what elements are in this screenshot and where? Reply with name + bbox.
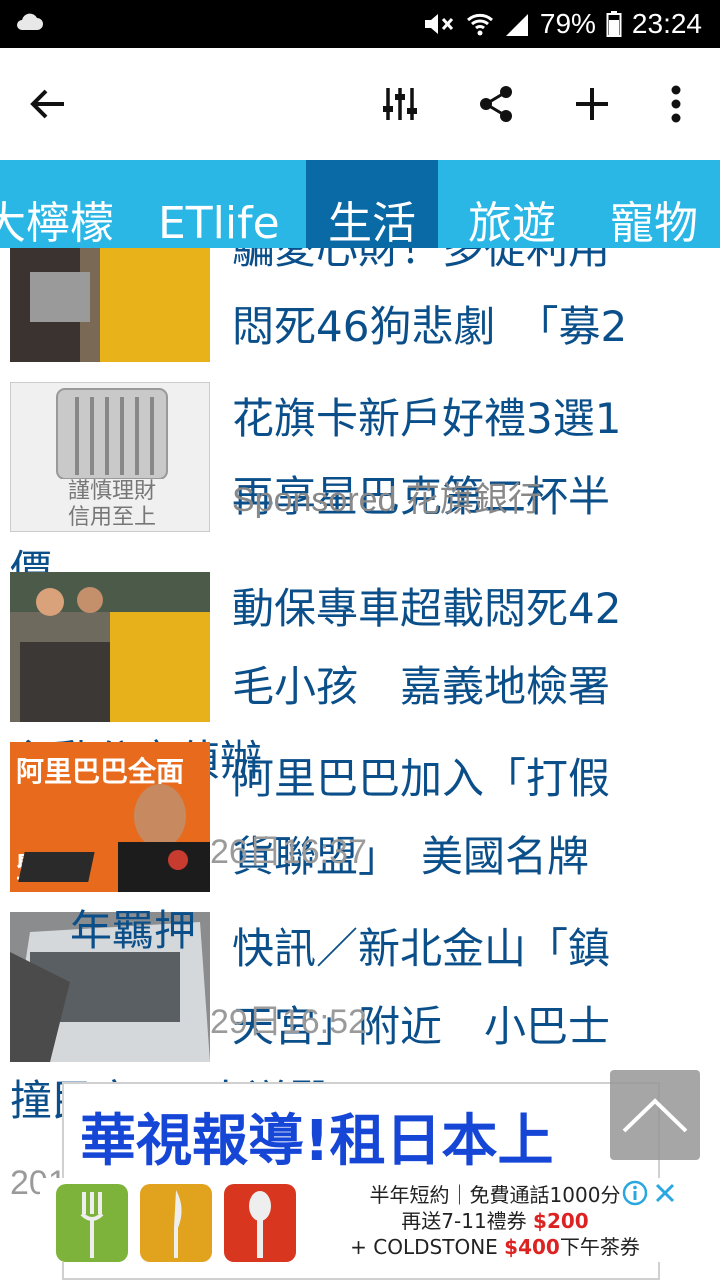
cloud-icon [14,10,44,34]
clock: 23:24 [631,8,702,39]
ad-creative[interactable]: 半年短約｜免費通話1000分 再送7-11禮券 $200 + COLDSTONE… [40,1178,680,1262]
news-timestamp: 29日16:52 [210,1003,367,1041]
scroll-to-top-button[interactable] [610,1070,700,1160]
fork-icon [56,1184,128,1262]
close-icon[interactable] [652,1180,678,1210]
mute-icon [422,10,456,38]
tab-etlife[interactable]: ETlife [158,160,294,248]
filter-button[interactable] [366,70,434,138]
news-timestamp: 26日16:37 [210,833,367,871]
spoon-icon [224,1184,296,1262]
knife-icon [140,1184,212,1262]
news-thumbnail[interactable]: 阿里巴巴全面 暨 [10,742,210,892]
battery-icon [606,10,622,38]
signal-icon [504,10,530,38]
toolbar [0,48,720,160]
tab-lemon[interactable]: 大檸檬 [0,160,122,248]
share-icon [480,86,512,122]
wifi-icon [466,10,494,38]
tab-life[interactable]: 生活 [306,160,438,248]
news-thumbnail[interactable] [10,572,210,722]
news-title[interactable]: 騙愛心財！多從利用 悶死46狗悲劇 「募2 [232,248,702,366]
more-vertical-icon [671,85,681,123]
thumb-caption: 謹慎理財 信用至上 [67,479,156,530]
news-thumbnail[interactable] [10,248,210,362]
add-button[interactable] [558,70,626,138]
tab-travel[interactable]: 旅遊 [468,160,578,248]
sliders-icon [383,88,417,120]
more-button[interactable] [642,70,710,138]
sponsored-label: Sponsored 花旗銀行 [232,481,542,519]
status-bar: 79% 23:24 [0,0,720,48]
plus-icon [576,88,608,120]
category-tabs: 大檸檬 ETlife 生活 旅遊 寵物 [0,160,720,248]
back-button[interactable] [14,70,82,138]
tab-pets[interactable]: 寵物 [610,160,720,248]
sponsored-thumbnail[interactable]: 謹慎理財 信用至上 [10,382,210,532]
battery-percent: 79% [539,8,596,39]
share-button[interactable] [462,70,530,138]
ad-choices [622,1180,678,1210]
title-overflow: 年羈押 [70,906,197,955]
news-title[interactable]: 動保專車超載悶死42 毛小孩 嘉義地檢署 [232,570,702,726]
arrow-left-icon [30,89,64,119]
chevron-up-icon [622,1098,688,1133]
ad-copy: 半年短約｜免費通話1000分 再送7-11禮券 $200 + COLDSTONE… [350,1183,640,1259]
info-icon[interactable] [622,1180,648,1210]
ad-headline: 華視報導!租日本上 [80,1109,554,1174]
